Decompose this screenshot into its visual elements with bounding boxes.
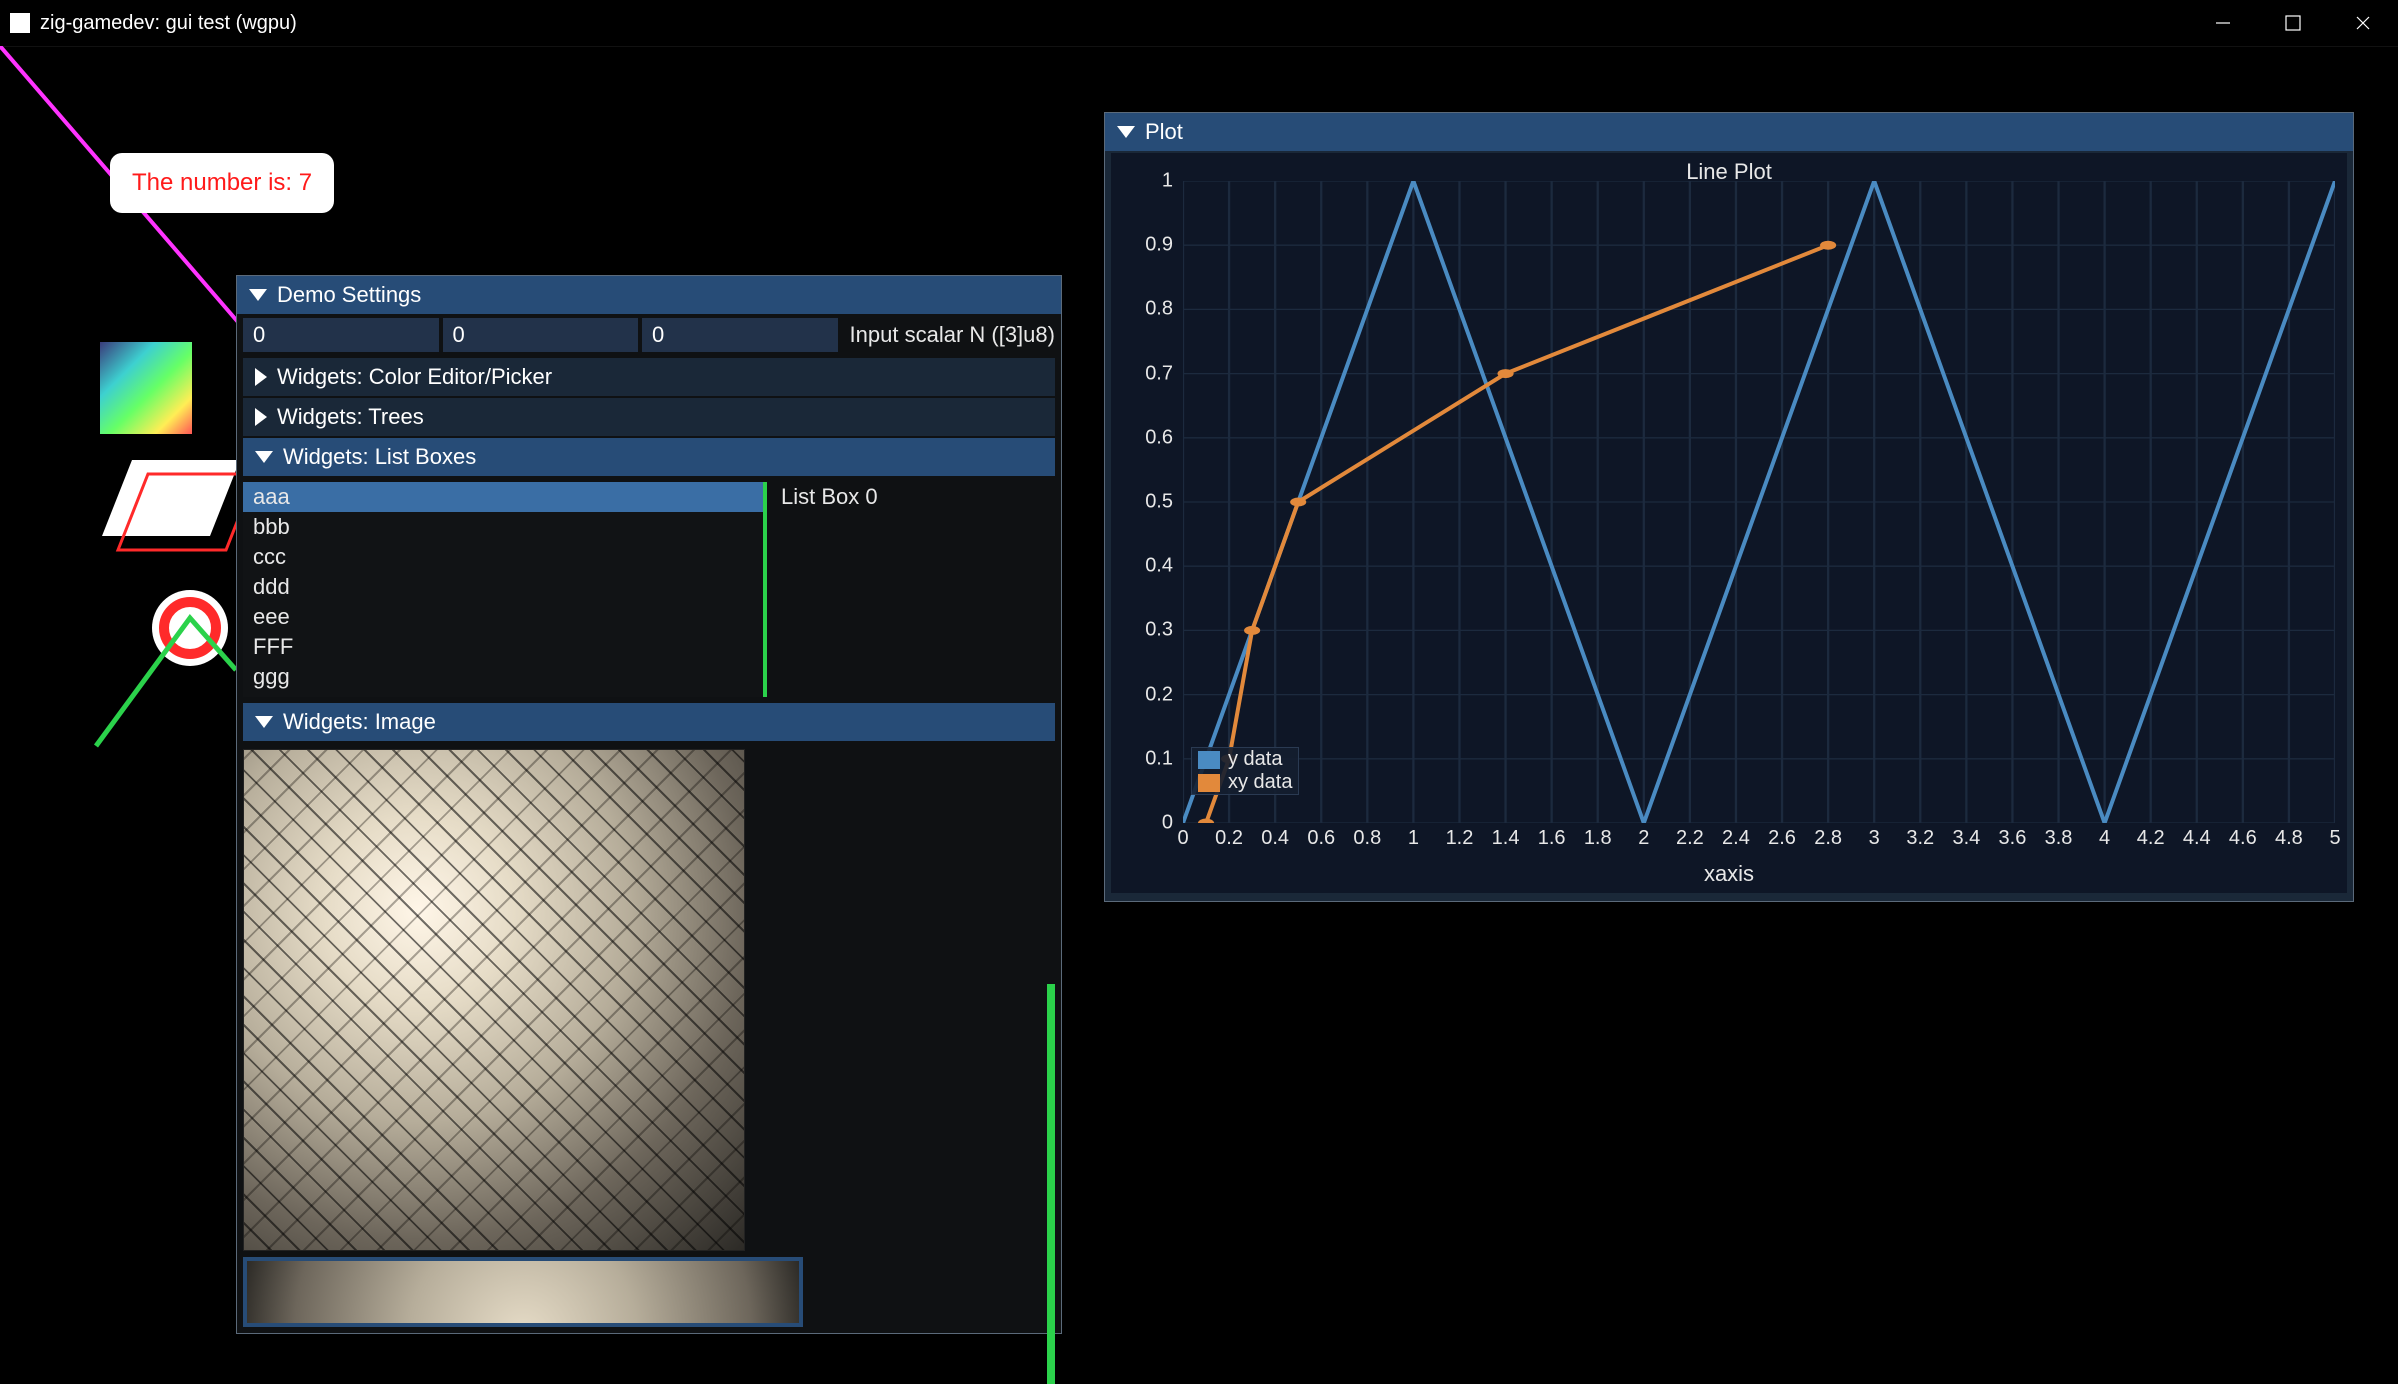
plot-window-titlebar[interactable]: Plot <box>1105 113 2353 151</box>
demo-settings-window[interactable]: Demo Settings 0 0 0 Input scalar N ([3]u… <box>236 275 1062 1334</box>
header-list-boxes[interactable]: Widgets: List Boxes <box>243 438 1055 476</box>
image-strip[interactable] <box>243 1257 803 1327</box>
list-item[interactable]: eee <box>243 602 763 632</box>
list-item-cutoff[interactable]: EEE <box>243 692 763 697</box>
legend-label: y data <box>1228 748 1282 771</box>
list-item[interactable]: ddd <box>243 572 763 602</box>
image-preview <box>243 749 745 1251</box>
list-item[interactable]: ccc <box>243 542 763 572</box>
plot-legend[interactable]: y data xy data <box>1191 747 1299 795</box>
legend-label: xy data <box>1228 771 1292 794</box>
header-image[interactable]: Widgets: Image <box>243 703 1055 741</box>
chevron-down-icon <box>255 716 273 728</box>
header-label: Widgets: Image <box>283 709 436 735</box>
chevron-right-icon <box>255 408 267 426</box>
list-box-label: List Box 0 <box>775 482 884 697</box>
demo-settings-titlebar[interactable]: Demo Settings <box>237 276 1061 314</box>
image-widget-area <box>237 743 1061 1257</box>
tooltip: The number is: 7 <box>110 153 334 213</box>
x-axis-label: xaxis <box>1111 861 2347 887</box>
list-item[interactable]: ggg <box>243 662 763 692</box>
tooltip-text: The number is: 7 <box>132 169 312 196</box>
legend-swatch <box>1198 751 1220 769</box>
panel-title-text: Demo Settings <box>277 282 421 308</box>
legend-swatch <box>1198 774 1220 792</box>
list-box[interactable]: aaa bbb ccc ddd eee FFF ggg EEE <box>243 482 767 697</box>
chevron-right-icon <box>255 368 267 386</box>
app-icon <box>10 13 30 33</box>
header-label: Widgets: Color Editor/Picker <box>277 364 552 390</box>
x-axis-ticks: 00.20.40.60.811.21.41.61.822.22.42.62.83… <box>1183 827 2335 853</box>
scrollbar[interactable] <box>1047 984 1055 1384</box>
window-titlebar: zig-gamedev: gui test (wgpu) <box>0 0 2398 47</box>
window-title: zig-gamedev: gui test (wgpu) <box>40 12 297 35</box>
scalar-input-2[interactable]: 0 <box>642 318 838 352</box>
scalar-input-label: Input scalar N ([3]u8) <box>842 322 1055 348</box>
collapse-icon[interactable] <box>1117 126 1135 138</box>
input-scalar-row: 0 0 0 Input scalar N ([3]u8) <box>237 314 1061 356</box>
list-item[interactable]: bbb <box>243 512 763 542</box>
minimize-button[interactable] <box>2188 0 2258 46</box>
header-label: Widgets: List Boxes <box>283 444 476 470</box>
header-label: Widgets: Trees <box>277 404 424 430</box>
plot-window[interactable]: Plot Line Plot 00.10.20.30.40.50.60.70.8… <box>1104 112 2354 902</box>
legend-entry[interactable]: y data <box>1192 748 1298 771</box>
plot-area[interactable]: Line Plot 00.10.20.30.40.50.60.70.80.91 … <box>1111 153 2347 893</box>
plot-canvas[interactable] <box>1183 181 2335 823</box>
scalar-input-0[interactable]: 0 <box>243 318 439 352</box>
panel-title-text: Plot <box>1145 119 1183 145</box>
list-item[interactable]: aaa <box>243 482 763 512</box>
list-item[interactable]: FFF <box>243 632 763 662</box>
close-button[interactable] <box>2328 0 2398 46</box>
header-color-picker[interactable]: Widgets: Color Editor/Picker <box>243 358 1055 396</box>
scalar-input-1[interactable]: 0 <box>443 318 639 352</box>
legend-entry[interactable]: xy data <box>1192 771 1298 794</box>
header-trees[interactable]: Widgets: Trees <box>243 398 1055 436</box>
maximize-button[interactable] <box>2258 0 2328 46</box>
collapse-icon[interactable] <box>249 289 267 301</box>
chevron-down-icon <box>255 451 273 463</box>
y-axis-ticks: 00.10.20.30.40.50.60.70.80.91 <box>1111 181 1179 823</box>
